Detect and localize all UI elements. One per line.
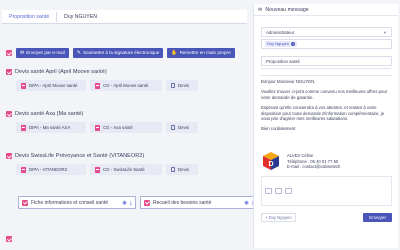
message-body[interactable]: Bonjour Monsieur NGUYEN, Veuillez trouve… xyxy=(261,79,392,137)
message-title: Nouveau message xyxy=(265,6,309,13)
doc-label: CG - Axa santé xyxy=(103,125,133,130)
tab-user[interactable]: Duy NGUYEN xyxy=(57,12,104,22)
devis-doc[interactable]: Devis xyxy=(166,122,198,133)
body-closing: Bien cordialement xyxy=(261,126,296,132)
download-icon[interactable]: ⤓ xyxy=(130,200,132,206)
fiche-label: Fiche informations et conseil santé xyxy=(31,199,108,206)
signature-text: ALVES Céline Téléphone : 05 40 01 77 50 … xyxy=(287,151,340,171)
send-email-button[interactable]: ✉ Envoyer par e-mail xyxy=(16,48,69,58)
forms-row: Fiche informations et conseil santé ◉ ⤓ … xyxy=(18,196,258,209)
dipa-doc[interactable]: DIPA - Ma santé AXA xyxy=(16,122,86,133)
from-value: Administrateur xyxy=(266,29,295,35)
document-icon xyxy=(171,125,175,130)
pen-icon: ✎ xyxy=(76,50,81,56)
dipa-doc[interactable]: DIPA - April Moove santé xyxy=(16,80,86,91)
send-button[interactable]: Envoyer xyxy=(363,213,392,222)
pdf-icon xyxy=(95,166,100,173)
signature-block: D ALVES Céline Téléphone : 05 40 01 77 5… xyxy=(261,151,340,171)
editor-toolbar xyxy=(261,68,392,76)
new-message-panel: ✉ Nouveau message Administrateur ▼ Duy N… xyxy=(253,4,398,248)
hand-icon: ✋ xyxy=(171,50,178,56)
signature-email: E-mail : contact@cabinetech xyxy=(287,164,341,169)
pdf-icon xyxy=(21,166,26,173)
doc-label: CG - April Moove santé xyxy=(103,83,149,88)
group-checkbox[interactable] xyxy=(6,69,12,75)
quote-group-axa: Devis santé Axa (Ma santé) DIPA - Ma san… xyxy=(6,110,247,133)
doc-label: DIPA - April Moove santé xyxy=(29,83,78,88)
attachment-thumbnail[interactable] xyxy=(285,188,292,194)
group-title: Devis santé Axa (Ma santé) xyxy=(15,111,84,117)
group-checkbox[interactable] xyxy=(6,111,12,117)
doc-label: DIPA - VITANEOR2 xyxy=(29,167,68,172)
body-greeting: Bonjour Monsieur NGUYEN, xyxy=(261,79,316,84)
attachments-area[interactable] xyxy=(261,176,392,206)
quote-group-swisslife: Devis SwissLife Prévoyance et Santé (VIT… xyxy=(6,152,247,175)
subject-value: Proposition santé xyxy=(266,58,300,64)
proposal-pane: Proposition santé Duy NGUYEN ✉ Envoyer p… xyxy=(2,10,258,248)
hand-delivery-label: Remettre en main propre xyxy=(179,50,231,55)
footer-checkbox[interactable] xyxy=(6,236,12,242)
cg-doc[interactable]: CG - SwissLife Santé xyxy=(90,164,162,175)
mail-icon: ✉ xyxy=(20,50,25,56)
tab-bar: Proposition santé Duy NGUYEN xyxy=(2,10,247,24)
company-logo: D xyxy=(263,152,279,170)
send-email-label: Envoyer par e-mail xyxy=(26,50,65,55)
recueil-form-button[interactable]: Recueil des besoins santé ◉ ⤓ xyxy=(140,196,258,209)
chevron-down-icon: ▼ xyxy=(383,29,387,35)
doc-label: Devis xyxy=(178,83,189,88)
from-select[interactable]: Administrateur ▼ xyxy=(261,27,392,37)
doc-label: CG - SwissLife Santé xyxy=(103,167,145,172)
subject-input[interactable]: Proposition santé xyxy=(261,56,392,66)
form-checkbox[interactable] xyxy=(144,199,150,206)
eye-icon[interactable]: ◉ xyxy=(122,200,126,206)
fiche-form-button[interactable]: Fiche informations et conseil santé ◉ ⤓ xyxy=(18,196,136,209)
group-title: Devis santé April (April Moove santé) xyxy=(15,69,107,75)
cg-doc[interactable]: CG - April Moove santé xyxy=(90,80,162,91)
action-bar: ✉ Envoyer par e-mail ✎ Soumettre à la si… xyxy=(6,47,247,59)
select-all-checkbox[interactable] xyxy=(6,50,12,56)
doc-label: DIPA - Ma santé AXA xyxy=(29,125,71,130)
quote-group-april: Devis santé April (April Moove santé) DI… xyxy=(6,68,247,91)
message-header: ✉ Nouveau message xyxy=(254,4,398,16)
recipient-field[interactable]: Duy Nguyen × xyxy=(261,39,392,49)
add-recipient-link[interactable]: + Duy Nguyen xyxy=(261,213,296,222)
eye-icon[interactable]: ◉ xyxy=(244,200,248,206)
devis-doc[interactable]: Devis xyxy=(166,164,198,175)
remove-recipient-icon[interactable]: × xyxy=(291,42,296,46)
body-paragraph: Espérant qu'elle conviendra à vos attent… xyxy=(261,105,385,122)
attachment-thumbnail[interactable] xyxy=(275,188,282,194)
mail-icon: ✉ xyxy=(258,6,263,13)
document-icon xyxy=(171,167,175,172)
tab-proposition-sante[interactable]: Proposition santé xyxy=(2,11,58,22)
doc-label: Devis xyxy=(178,167,189,172)
pdf-icon xyxy=(95,82,100,89)
pdf-icon xyxy=(95,124,100,131)
e-signature-button[interactable]: ✎ Soumettre à la signature électronique xyxy=(72,48,164,58)
document-icon xyxy=(171,83,175,88)
group-checkbox[interactable] xyxy=(6,153,12,159)
group-title: Devis SwissLife Prévoyance et Santé (VIT… xyxy=(15,153,145,159)
footer-checkbox-row xyxy=(6,236,12,242)
doc-label: Devis xyxy=(178,125,189,130)
recipient-chip[interactable]: Duy Nguyen × xyxy=(265,41,298,47)
svg-text:D: D xyxy=(268,161,273,168)
pdf-icon xyxy=(21,82,26,89)
recueil-label: Recueil des besoins santé xyxy=(153,199,212,206)
hand-delivery-button[interactable]: ✋ Remettre en main propre xyxy=(167,48,235,58)
recipient-chip-label: Duy Nguyen xyxy=(267,41,290,46)
attachment-thumbnail[interactable] xyxy=(265,188,272,194)
message-footer: + Duy Nguyen Envoyer xyxy=(261,213,392,222)
devis-doc[interactable]: Devis xyxy=(166,80,198,91)
pdf-icon xyxy=(21,124,26,131)
body-paragraph: Veuillez trouver ci-joint comme convenu … xyxy=(261,89,388,100)
cg-doc[interactable]: CG - Axa santé xyxy=(90,122,162,133)
form-checkbox[interactable] xyxy=(22,199,28,206)
dipa-doc[interactable]: DIPA - VITANEOR2 xyxy=(16,164,86,175)
e-signature-label: Soumettre à la signature électronique xyxy=(82,50,160,55)
